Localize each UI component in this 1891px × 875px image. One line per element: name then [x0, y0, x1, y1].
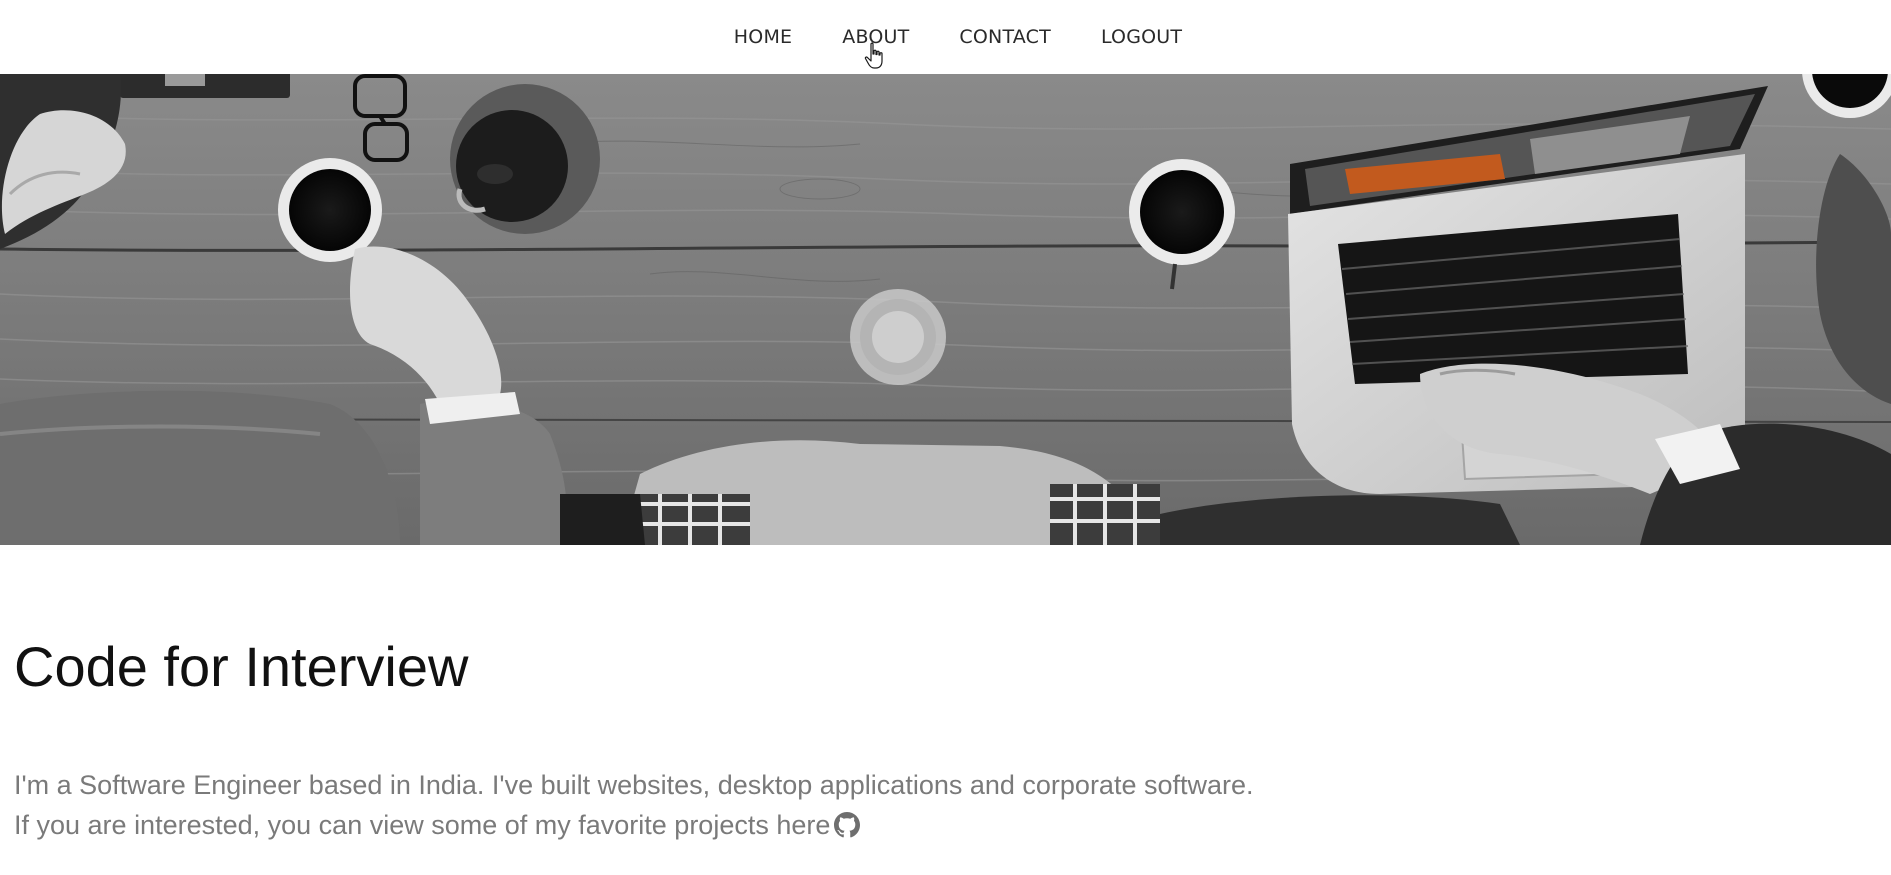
bio-line-2: If you are interested, you can view some…	[14, 805, 1254, 849]
github-link[interactable]	[834, 809, 861, 849]
nav-contact-link[interactable]: CONTACT	[959, 0, 1051, 74]
desk-scene-image	[0, 74, 1891, 545]
page-title: Code for Interview	[14, 635, 469, 698]
bio-text: I'm a Software Engineer based in India. …	[14, 765, 1254, 849]
page: HOME ABOUT CONTACT LOGOUT Code for Inter…	[0, 0, 1891, 875]
github-icon	[834, 812, 861, 838]
nav-links: HOME ABOUT CONTACT LOGOUT	[709, 0, 1207, 74]
bio-line-2-text: If you are interested, you can view some…	[14, 810, 831, 840]
hand-cursor-icon	[864, 42, 883, 69]
nav-home-link[interactable]: HOME	[734, 0, 792, 74]
hero-banner-image	[0, 74, 1891, 545]
top-navbar: HOME ABOUT CONTACT LOGOUT	[0, 0, 1891, 74]
nav-logout-link[interactable]: LOGOUT	[1101, 0, 1182, 74]
bio-line-1: I'm a Software Engineer based in India. …	[14, 770, 1254, 800]
